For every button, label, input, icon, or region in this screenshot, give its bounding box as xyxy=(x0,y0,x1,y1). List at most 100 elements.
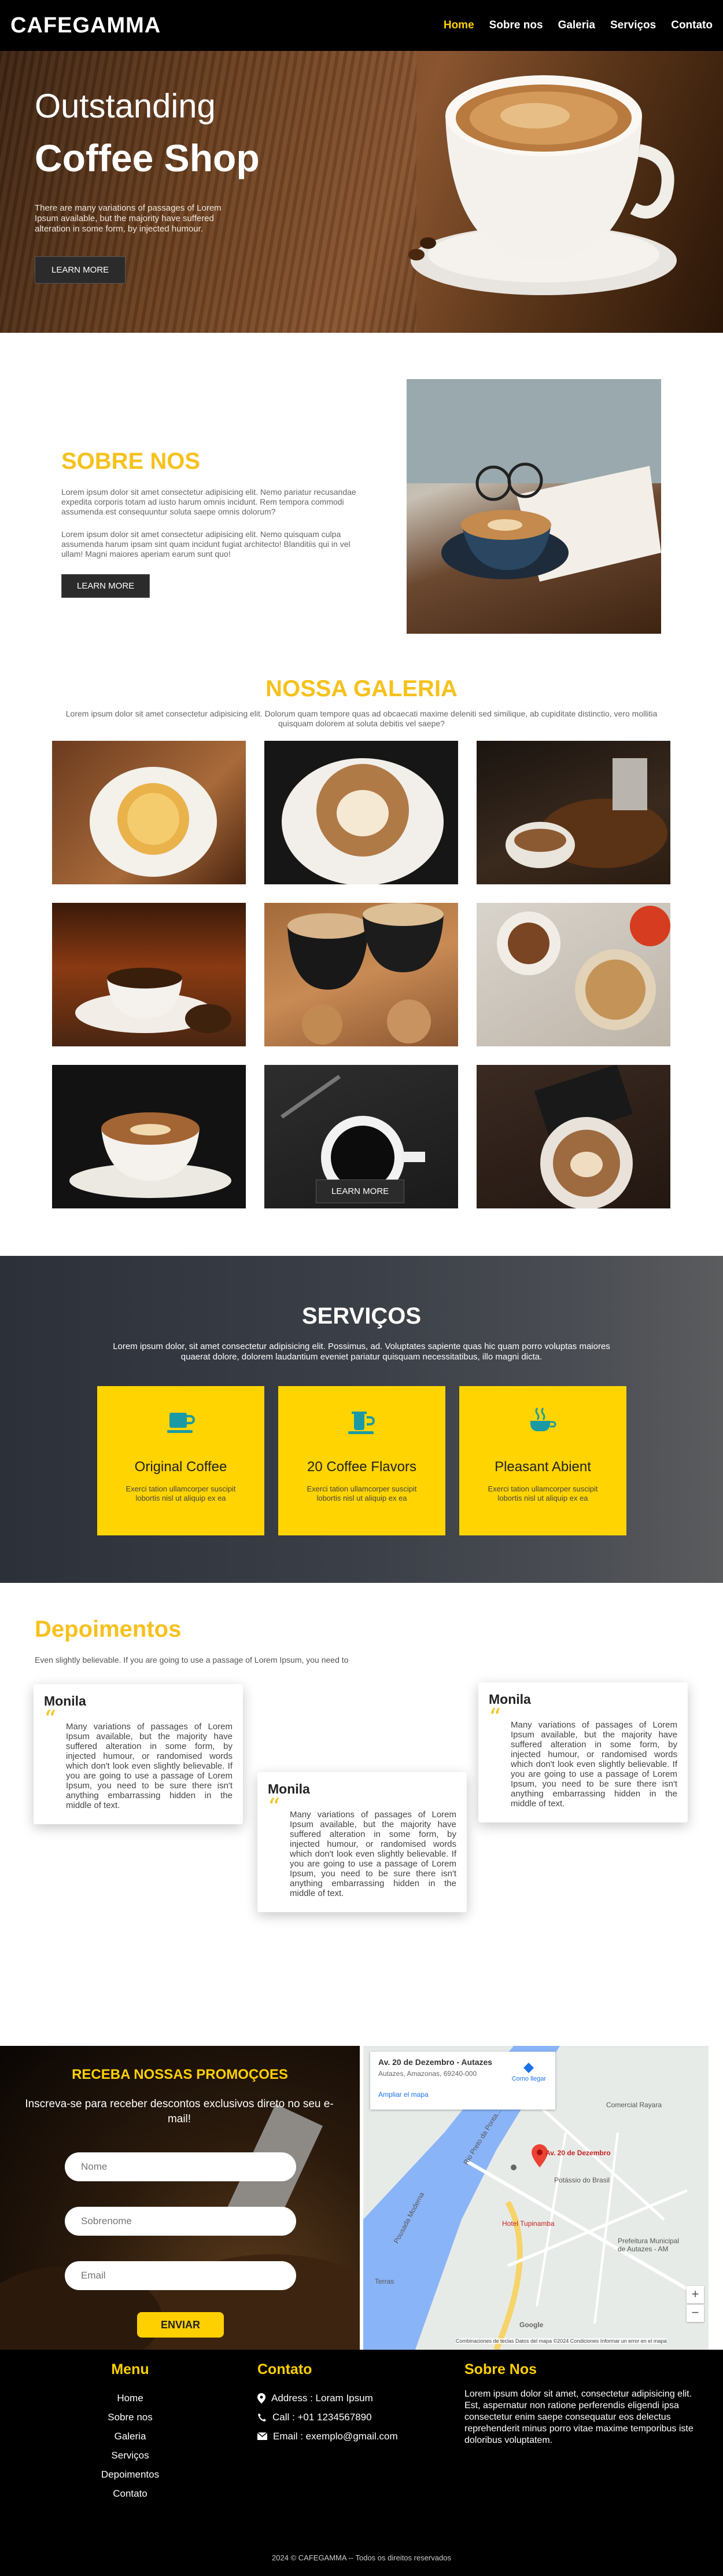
gallery-image-3[interactable] xyxy=(477,741,670,884)
zoom-out-button[interactable]: − xyxy=(687,2305,704,2322)
depoimentos-title: Depoimentos xyxy=(35,1616,182,1642)
footer-address: Address : Loram Ipsum xyxy=(271,2393,373,2404)
map-label: Av. 20 de Dezembro xyxy=(545,2149,611,2157)
gallery-image-6[interactable] xyxy=(477,903,670,1046)
navbar: CAFEGAMMA Home Sobre nos Galeria Serviço… xyxy=(0,0,723,51)
servicos-section: SERVIÇOS Lorem ipsum dolor, sit amet con… xyxy=(0,1256,723,1583)
envelope-icon xyxy=(257,2432,267,2440)
map-label: Prefeitura Municipal de Autazes - AM xyxy=(618,2237,680,2253)
gallery-grid xyxy=(52,741,670,1208)
nav-contato[interactable]: Contato xyxy=(671,19,713,32)
testimonial-text: Many variations of passages of Lorem Ips… xyxy=(66,1722,233,1810)
sobre-learn-more-button[interactable]: LEARN MORE xyxy=(61,574,150,598)
google-logo: Google xyxy=(519,2321,544,2329)
galeria-section: NOSSA GALERIA Lorem ipsum dolor sit amet… xyxy=(0,648,723,1256)
servicos-title: SERVIÇOS xyxy=(302,1303,421,1329)
testimonial-text: Many variations of passages of Lorem Ips… xyxy=(290,1810,456,1898)
footer-sobre-text: Lorem ipsum dolor sit amet, consectetur … xyxy=(464,2389,694,2445)
gallery-image-1[interactable] xyxy=(52,741,246,884)
footer-link-contato[interactable]: Contato xyxy=(81,2484,179,2503)
footer-link-servicos[interactable]: Serviços xyxy=(81,2446,179,2465)
footer-link-depoimentos[interactable]: Depoimentos xyxy=(81,2465,179,2484)
footer-call[interactable]: Call : +01 1234567890 xyxy=(272,2408,372,2427)
nav-sobre[interactable]: Sobre nos xyxy=(489,19,543,32)
footer-contact-title: Contato xyxy=(257,2361,312,2377)
map-label: Terras xyxy=(375,2277,394,2285)
gallery-image-4[interactable] xyxy=(52,903,246,1046)
testimonial-card: Monila “ Many variations of passages of … xyxy=(478,1682,688,1822)
sobre-section: SOBRE NOS Lorem ipsum dolor sit amet con… xyxy=(0,333,723,648)
servicos-description: Lorem ipsum dolor, sit amet consectetur … xyxy=(113,1342,610,1362)
brand-logo[interactable]: CAFEGAMMA xyxy=(10,13,161,38)
footer-menu-title: Menu xyxy=(111,2361,149,2377)
footer-email-row: Email : exemplo@gmail.com xyxy=(257,2427,398,2446)
zoom-in-button[interactable]: + xyxy=(687,2286,704,2303)
promo-description: Inscreva-se para receber descontos exclu… xyxy=(25,2098,334,2125)
nome-input[interactable] xyxy=(65,2152,296,2181)
hero-title: Coffee Shop xyxy=(35,137,260,179)
gallery-image-5[interactable] xyxy=(264,903,458,1046)
sobrenome-input[interactable] xyxy=(65,2207,296,2236)
gallery-image-2[interactable] xyxy=(264,741,458,884)
phone-icon xyxy=(258,2413,266,2421)
nav-links: Home Sobre nos Galeria Serviços Contato xyxy=(444,19,713,32)
galeria-learn-more-button[interactable]: LEARN MORE xyxy=(316,1179,405,1203)
coffee-pot-icon xyxy=(348,1412,375,1434)
sobre-paragraph-1: Lorem ipsum dolor sit amet consectetur a… xyxy=(61,487,356,516)
footer-link-galeria[interactable]: Galeria xyxy=(81,2427,179,2446)
footer-sobre: Sobre Nos Lorem ipsum dolor sit amet, co… xyxy=(464,2361,696,2446)
footer-contact: Contato Address : Loram Ipsum Call : +01… xyxy=(257,2361,398,2446)
testimonial-text: Many variations of passages of Lorem Ips… xyxy=(511,1720,677,1809)
service-card-title: Original Coffee xyxy=(134,1459,227,1475)
gallery-image-7[interactable] xyxy=(52,1065,246,1208)
breakfast-table-icon xyxy=(497,906,670,1030)
nav-galeria[interactable]: Galeria xyxy=(558,19,595,32)
map-info-card: Av. 20 de Dezembro - Autazes Autazes, Am… xyxy=(370,2052,555,2110)
footer-link-home[interactable]: Home xyxy=(81,2388,179,2408)
map-attribution: Combinaciones de teclas Datos del mapa ©… xyxy=(456,2338,667,2344)
service-card-original-coffee: Original Coffee Exerci tation ullamcorpe… xyxy=(97,1386,264,1535)
map-label: Hotel Tupinamba xyxy=(502,2219,555,2228)
nav-home[interactable]: Home xyxy=(444,19,474,32)
hero-text: Outstanding Coffee Shop There are many v… xyxy=(35,87,260,284)
nav-servicos[interactable]: Serviços xyxy=(610,19,656,32)
cappuccino-dark-icon xyxy=(69,1112,231,1198)
hero-coffee-cup-image xyxy=(408,75,677,295)
service-card-title: 20 Coffee Flavors xyxy=(307,1459,416,1475)
coffee-beans-scoop-icon xyxy=(506,758,667,868)
footer-sobre-title: Sobre Nos xyxy=(464,2361,537,2377)
hero-description: There are many variations of passages of… xyxy=(35,203,222,234)
promo-title: RECEBA NOSSAS PROMOÇOES xyxy=(72,2067,288,2082)
footer-call-row: Call : +01 1234567890 xyxy=(257,2408,398,2427)
footer-link-sobre[interactable]: Sobre nos xyxy=(81,2408,179,2427)
hot-cup-icon xyxy=(530,1408,556,1431)
map-enlarge-link[interactable]: Ampliar el mapa xyxy=(378,2090,547,2099)
service-card-text: Exerci tation ullamcorper suscipit lobor… xyxy=(307,1484,417,1502)
two-coffees-cookies-icon xyxy=(287,903,444,1045)
gallery-image-9[interactable] xyxy=(477,1065,670,1208)
coffee-cup-icon xyxy=(167,1413,195,1433)
email-input[interactable] xyxy=(65,2261,296,2290)
map-label: Comercial Rayara xyxy=(606,2101,662,2109)
map-embed[interactable]: Av. 20 de Dezembro - Autazes Autazes, Am… xyxy=(363,2046,709,2350)
promo-section: RECEBA NOSSAS PROMOÇOES Inscreva-se para… xyxy=(0,2046,360,2350)
footer-address-row: Address : Loram Ipsum xyxy=(257,2388,398,2408)
footer-email[interactable]: Email : exemplo@gmail.com xyxy=(273,2427,398,2446)
thanks-coffee-icon xyxy=(534,1065,633,1208)
directions-icon xyxy=(523,2063,534,2073)
coffee-fireplace-icon xyxy=(75,968,231,1033)
latte-art-icon xyxy=(282,758,444,884)
testimonial-name: Monila xyxy=(44,1693,86,1708)
coffee-book-illustration xyxy=(407,379,661,582)
enviar-button[interactable]: ENVIAR xyxy=(137,2312,224,2338)
galeria-description: Lorem ipsum dolor sit amet consectetur a… xyxy=(65,709,658,728)
testimonial-name: Monila xyxy=(268,1781,310,1796)
service-card-coffee-flavors: 20 Coffee Flavors Exerci tation ullamcor… xyxy=(278,1386,445,1535)
hero-learn-more-button[interactable]: LEARN MORE xyxy=(35,256,126,284)
sobre-title: SOBRE NOS xyxy=(61,449,201,474)
sobre-paragraph-2: Lorem ipsum dolor sit amet consectetur a… xyxy=(61,530,351,558)
map-directions-link[interactable]: Como llegar xyxy=(512,2062,546,2082)
service-card-text: Exerci tation ullamcorper suscipit lobor… xyxy=(126,1484,236,1502)
depoimentos-subtitle: Even slightly believable. If you are goi… xyxy=(35,1655,349,1664)
testimonial-name: Monila xyxy=(489,1692,531,1707)
